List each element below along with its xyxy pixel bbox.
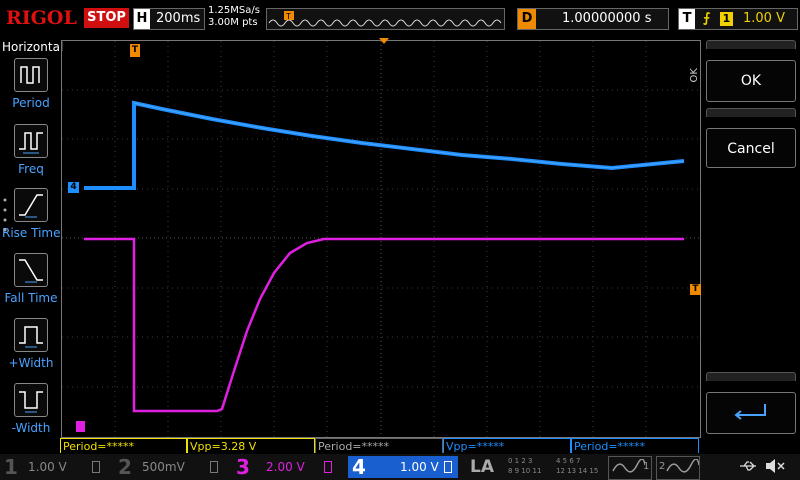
measurement-5: Period=***** — [571, 438, 699, 453]
memory-trigger-marker: T — [285, 12, 291, 21]
la-label: LA — [470, 457, 494, 477]
generator-1-button[interactable]: 1 — [608, 456, 652, 480]
trigger-position-marker[interactable]: T — [130, 44, 140, 57]
sample-rate: 1.25MSa/s — [208, 5, 260, 16]
cancel-tab — [706, 108, 796, 117]
rise-time-icon — [14, 188, 48, 222]
enter-tab — [706, 372, 796, 381]
delay-value: 1.00000000 s — [562, 11, 652, 26]
menu-item-period[interactable]: Period — [2, 58, 60, 110]
menu-item-label: Freq — [18, 162, 44, 176]
menu-item-label: Fall Time — [4, 291, 58, 305]
measurement-4: Vpp=***** — [443, 438, 571, 453]
digital-bits-1: 4 5 6 7 — [556, 457, 581, 465]
channel-number: 2 — [118, 455, 132, 479]
enter-icon — [734, 404, 766, 420]
trigger-level-marker[interactable]: T — [690, 284, 701, 295]
negative-width-icon — [14, 383, 48, 417]
digital-bits-0: 0 1 2 3 — [508, 457, 533, 465]
sine-wave-icon — [612, 459, 645, 473]
trigger-label: T — [679, 9, 695, 29]
waveform-area — [62, 41, 700, 437]
menu-item-negative-width[interactable]: -Width — [2, 383, 60, 435]
measurement-text: Vpp=***** — [446, 440, 505, 453]
horizontal-label: H — [134, 9, 150, 29]
delay-label: D — [518, 9, 536, 29]
sine-wave-icon — [666, 459, 699, 473]
menu-title: Horizontal — [2, 40, 64, 54]
center-marker-icon — [379, 38, 389, 44]
measurement-2: Vpp=3.28 V — [187, 438, 315, 453]
coupling-icon — [210, 461, 218, 473]
coupling-icon — [324, 461, 332, 473]
rising-edge-icon: ⨍ — [703, 11, 711, 26]
ch3-waveform — [84, 237, 684, 413]
timebase-value: 200ms — [156, 11, 201, 26]
channel-scale: 1.00 V — [400, 460, 439, 474]
measurement-3: Period=***** — [315, 438, 443, 453]
logic-analyzer-button[interactable]: LA — [466, 456, 506, 478]
period-icon — [14, 58, 48, 92]
menu-item-freq[interactable]: Freq — [2, 124, 60, 176]
trigger-source: 1 — [720, 12, 733, 26]
acquisition-info: 1.25MSa/s 3.00M pts — [208, 5, 260, 29]
waveform-display[interactable] — [61, 40, 701, 438]
menu-item-label: -Width — [11, 421, 51, 435]
ok-side-label: OK — [689, 68, 700, 83]
ch3-offset-marker-icon[interactable] — [76, 421, 85, 432]
digital-channels: 0 1 2 3 4 5 6 7 8 9 10 11 12 13 14 15 — [508, 456, 602, 478]
memory-position-bar[interactable]: T — [266, 8, 505, 30]
measurement-text: Vpp=3.28 V — [190, 440, 257, 453]
timebase-box[interactable]: H 200ms — [133, 8, 205, 30]
channel-2-box[interactable]: 2 500mV — [118, 456, 228, 478]
usb-icon — [738, 458, 758, 474]
channel-scale: 2.00 V — [266, 460, 305, 474]
positive-width-icon — [14, 318, 48, 352]
channel-number: 4 — [352, 455, 366, 479]
generator-2-button[interactable]: 2 — [656, 456, 700, 480]
digital-bits-3: 12 13 14 15 — [556, 467, 599, 475]
menu-item-label: Rise Time — [2, 226, 61, 240]
waveform-overview-icon: T — [268, 11, 502, 27]
ok-tab — [706, 40, 796, 49]
menu-item-rise-time[interactable]: Rise Time — [2, 188, 61, 240]
run-stop-button[interactable]: STOP — [84, 8, 129, 28]
channel-3-box[interactable]: 3 2.00 V — [236, 456, 340, 478]
cancel-button[interactable]: Cancel — [706, 128, 796, 168]
measurement-1: Period=***** — [60, 438, 187, 453]
menu-item-positive-width[interactable]: +Width — [2, 318, 60, 370]
measurement-text: Period=***** — [574, 440, 646, 453]
ch4-noise-band — [133, 102, 685, 169]
menu-page-dots — [3, 198, 7, 238]
ch4-offset-marker[interactable]: 4 — [68, 182, 79, 193]
channel-number: 1 — [4, 455, 18, 479]
trigger-level: 1.00 V — [743, 11, 785, 26]
menu-item-label: Period — [12, 96, 50, 110]
enter-button[interactable] — [706, 392, 796, 434]
menu-item-label: +Width — [8, 356, 54, 370]
menu-item-fall-time[interactable]: Fall Time — [2, 253, 60, 305]
rigol-logo: RIGOL — [6, 7, 77, 29]
channel-number: 3 — [236, 455, 250, 479]
channel-scale: 500mV — [142, 460, 185, 474]
channel-scale: 1.00 V — [28, 460, 67, 474]
digital-bits-2: 8 9 10 11 — [508, 467, 542, 475]
coupling-icon — [92, 461, 100, 473]
speaker-muted-icon[interactable] — [764, 457, 786, 475]
measurement-text: Period=***** — [63, 440, 135, 453]
memory-depth: 3.00M pts — [208, 17, 258, 28]
coupling-icon — [444, 461, 452, 473]
frequency-icon — [14, 124, 48, 158]
delay-box[interactable]: D 1.00000000 s — [517, 8, 669, 30]
trigger-box[interactable]: T ⨍ 1 1.00 V — [678, 8, 798, 30]
ok-button[interactable]: OK — [706, 60, 796, 102]
fall-time-icon — [14, 253, 48, 287]
generator-1-label: 1 — [643, 461, 650, 472]
channel-1-box[interactable]: 1 1.00 V — [4, 456, 108, 478]
measurement-text: Period=***** — [318, 440, 390, 453]
channel-4-box[interactable]: 4 1.00 V — [348, 456, 458, 478]
